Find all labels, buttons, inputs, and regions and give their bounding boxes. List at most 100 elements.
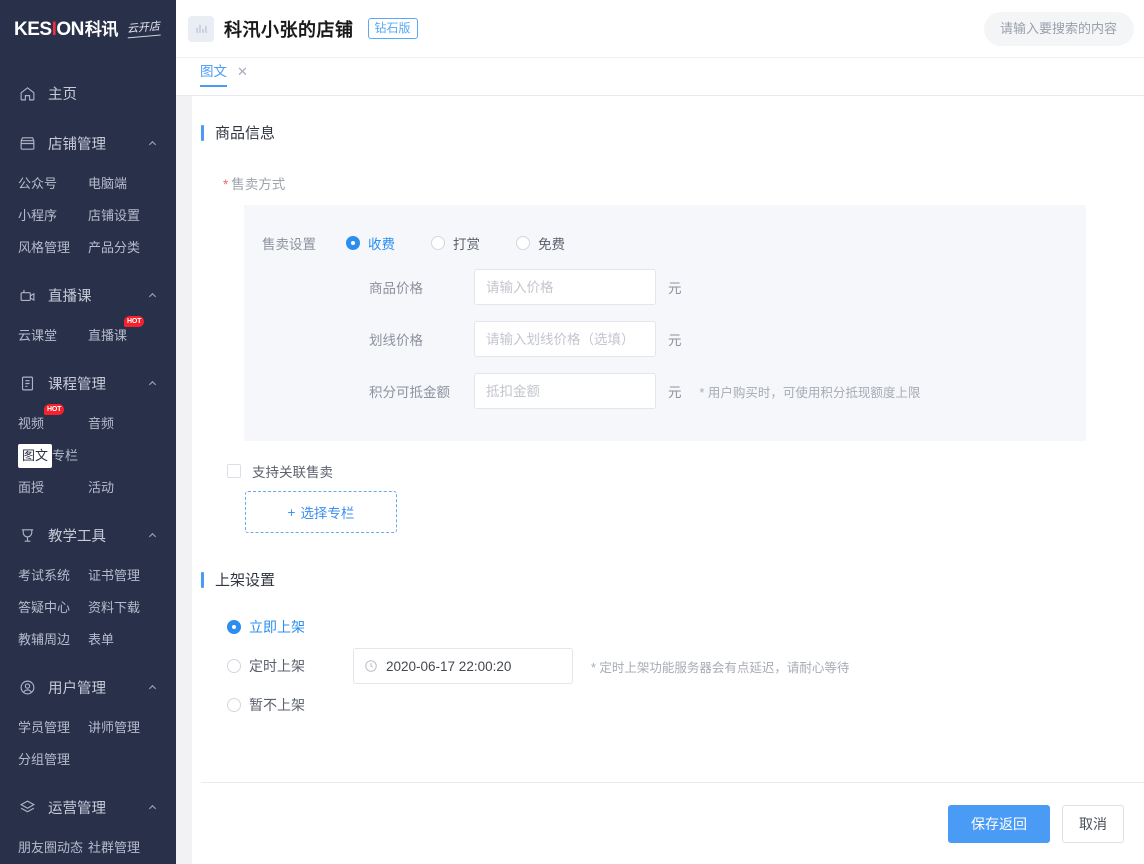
top-bar: 科汛小张的店铺 钻石版 (176, 0, 1144, 58)
page-title: 科汛小张的店铺 (224, 16, 354, 42)
sidebar-item-diannaoduan[interactable]: 电脑端 (88, 168, 158, 200)
sidebar-sub-shop: 公众号 电脑端 小程序 店铺设置 风格管理 产品分类 (0, 164, 176, 274)
nav-spacer (0, 114, 176, 122)
sidebar-item-jiaofuzhoubian[interactable]: 教辅周边 (18, 624, 88, 656)
sidebar-group-tools[interactable]: 教学工具 (0, 514, 176, 556)
sidebar-group-label-live: 直播课 (48, 285, 146, 306)
radio-scheduled-icon[interactable] (227, 659, 241, 673)
tools-icon (18, 526, 36, 544)
sidebar-item-xueyuanguanli[interactable]: 学员管理 (18, 712, 88, 744)
chevron-up-icon[interactable] (146, 289, 158, 301)
field-row-points-deduction: 积分可抵金额 元 * 用户购买时，可使用积分抵现额度上限 (244, 373, 1086, 409)
chevron-up-icon[interactable] (146, 529, 158, 541)
field-row-price: 商品价格 元 (244, 269, 1086, 305)
sidebar-item-jiangshiguanli[interactable]: 讲师管理 (88, 712, 158, 744)
product-price-input[interactable] (474, 269, 656, 305)
radio-not-listed-icon[interactable] (227, 698, 241, 712)
sidebar-item-pengyouquandongtai[interactable]: 朋友圈动态 (18, 832, 88, 864)
main-area: 科汛小张的店铺 钻石版 图文 ✕ 商品信息 (176, 0, 1144, 864)
shelf-option-scheduled[interactable]: 定时上架 2020-06-17 22:00:20 * 定时上架功能服务器会有点延… (227, 655, 1144, 677)
home-icon (18, 84, 36, 102)
tab-tuwen[interactable]: 图文 ✕ (200, 58, 248, 95)
sidebar-group-course[interactable]: 课程管理 (0, 362, 176, 404)
brand-subtitle: 云开店 (126, 18, 160, 39)
radio-reward-icon[interactable] (431, 236, 445, 250)
sidebar-group-label-course: 课程管理 (48, 373, 146, 394)
sidebar-item-ziliaoxiazai[interactable]: 资料下载 (88, 592, 158, 624)
radio-charge-icon[interactable] (346, 236, 360, 250)
hint-schedule: * 定时上架功能服务器会有点延迟，请耐心等待 (591, 657, 849, 676)
sidebar-item-huodong[interactable]: 活动 (88, 472, 158, 504)
sidebar-item-home[interactable]: 主页 (0, 72, 176, 114)
tab-bar: 图文 ✕ (176, 58, 1144, 96)
label-product-price: 商品价格 (369, 277, 474, 297)
sidebar-item-yunketang[interactable]: 云课堂 (18, 320, 88, 352)
sidebar-item-label-shipin: 视频 (18, 416, 44, 431)
required-star: * (223, 177, 228, 192)
select-column-button[interactable]: + 选择专栏 (245, 491, 397, 533)
sidebar-item-xiaochengxu[interactable]: 小程序 (18, 200, 88, 232)
sidebar-sub-ops: 朋友圈动态 社群管理 (0, 828, 176, 864)
sidebar-item-fenzuguanli[interactable]: 分组管理 (18, 744, 88, 776)
search-input[interactable] (984, 12, 1134, 46)
shelf-option-not-listed[interactable]: 暂不上架 (227, 694, 1144, 716)
assoc-sale-checkbox[interactable] (227, 464, 241, 478)
sidebar-item-zhibooke[interactable]: 直播课 HOT (88, 320, 158, 352)
sidebar-item-mianshou[interactable]: 面授 (18, 472, 88, 504)
assoc-sale-row[interactable]: 支持关联售卖 (227, 461, 1144, 481)
radio-free-icon[interactable] (516, 236, 530, 250)
points-deduction-input[interactable] (474, 373, 656, 409)
schedule-datetime-input[interactable]: 2020-06-17 22:00:20 (353, 648, 573, 684)
sidebar-group-ops[interactable]: 运营管理 (0, 786, 176, 828)
sidebar-item-tuwen[interactable]: 图文 (18, 444, 52, 468)
label-sale-method-text: 售卖方式 (231, 177, 285, 192)
sidebar-item-zhuanlan[interactable]: 专栏 (52, 440, 122, 472)
save-button[interactable]: 保存返回 (948, 805, 1050, 843)
unit-yuan-price: 元 (668, 277, 682, 297)
sidebar-item-chanpinfenlei[interactable]: 产品分类 (88, 232, 158, 264)
shop-icon (18, 134, 36, 152)
sidebar-item-zhengshuguanli[interactable]: 证书管理 (88, 560, 158, 592)
sidebar-item-dayizhongxin[interactable]: 答疑中心 (18, 592, 88, 624)
label-strikethrough-price: 划线价格 (369, 329, 474, 349)
user-icon (18, 678, 36, 696)
brand-logo[interactable]: KESION科讯 云开店 (0, 0, 176, 56)
field-row-strikethrough-price: 划线价格 元 (244, 321, 1086, 357)
shelf-option-scheduled-label: 定时上架 (249, 656, 339, 676)
chevron-up-icon[interactable] (146, 801, 158, 813)
strikethrough-price-input[interactable] (474, 321, 656, 357)
sidebar-item-fenggeguanli[interactable]: 风格管理 (18, 232, 88, 264)
shelf-option-immediate[interactable]: 立即上架 (227, 616, 1144, 638)
chevron-up-icon[interactable] (146, 681, 158, 693)
sidebar-group-live[interactable]: 直播课 (0, 274, 176, 316)
section-accent-bar (201, 572, 204, 588)
plus-icon: + (288, 505, 296, 520)
form-scroll-area: 商品信息 *售卖方式 售卖设置 收费 (192, 96, 1144, 782)
sidebar-group-users[interactable]: 用户管理 (0, 666, 176, 708)
radio-option-charge[interactable]: 收费 (346, 233, 395, 253)
sidebar-item-shequnguanli[interactable]: 社群管理 (88, 832, 158, 864)
content-left-gutter (176, 96, 192, 864)
sidebar-sub-tools: 考试系统 证书管理 答疑中心 资料下载 教辅周边 表单 (0, 556, 176, 666)
sidebar-group-label-users: 用户管理 (48, 677, 146, 698)
chevron-up-icon[interactable] (146, 377, 158, 389)
sidebar-sub-live: 云课堂 直播课 HOT (0, 316, 176, 362)
radio-option-free[interactable]: 免费 (516, 233, 565, 253)
radio-reward-label: 打赏 (453, 233, 480, 253)
sidebar-item-gongzhonghao[interactable]: 公众号 (18, 168, 88, 200)
cancel-button[interactable]: 取消 (1062, 805, 1124, 843)
radio-free-label: 免费 (538, 233, 565, 253)
sidebar-group-shop[interactable]: 店铺管理 (0, 122, 176, 164)
sidebar-item-yinpin[interactable]: 音频 (88, 408, 158, 440)
radio-immediate-icon[interactable] (227, 620, 241, 634)
close-icon[interactable]: ✕ (237, 65, 248, 82)
sidebar-item-dianpushezhi[interactable]: 店铺设置 (88, 200, 158, 232)
sidebar-item-biaodan[interactable]: 表单 (88, 624, 158, 656)
chevron-up-icon[interactable] (146, 137, 158, 149)
sidebar-item-kaoshixitong[interactable]: 考试系统 (18, 560, 88, 592)
hot-badge: HOT (124, 316, 144, 327)
radio-option-reward[interactable]: 打赏 (431, 233, 480, 253)
radio-charge-label: 收费 (368, 233, 395, 253)
tab-label: 图文 (200, 60, 227, 87)
sidebar-item-shipin[interactable]: 视频 HOT (18, 408, 88, 440)
